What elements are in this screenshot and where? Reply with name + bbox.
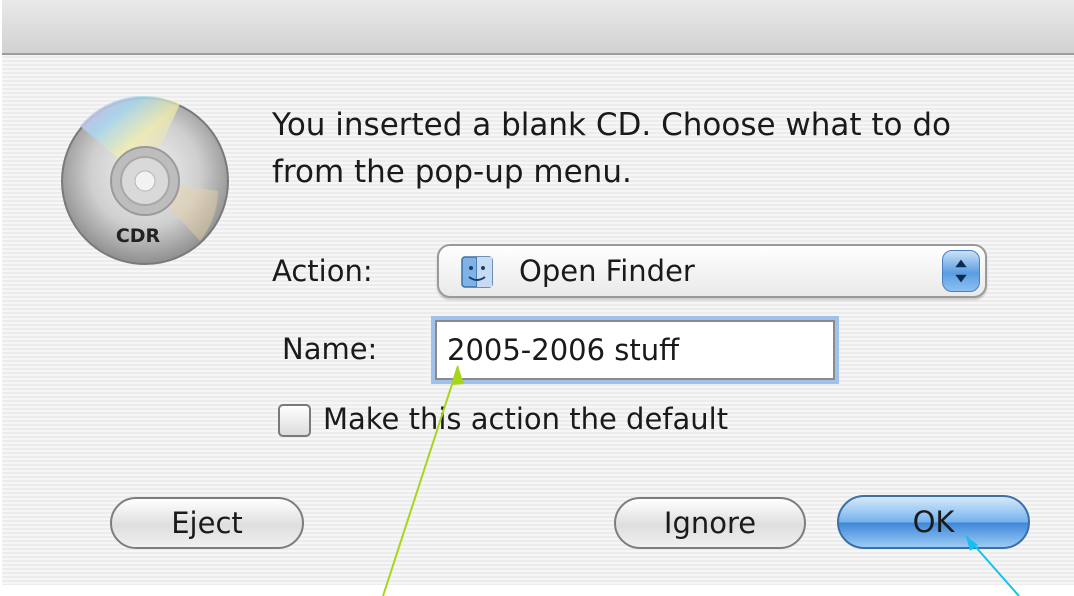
default-action-label[interactable]: Make this action the default [323,402,728,436]
name-field[interactable] [435,320,835,380]
up-down-arrows-icon[interactable] [942,250,980,292]
eject-button[interactable]: Eject [110,497,304,549]
name-label: Name: [282,332,378,366]
cd-disc-icon: CDR [61,96,229,265]
default-action-checkbox[interactable] [278,404,311,437]
ignore-button[interactable]: Ignore [614,497,806,549]
action-label: Action: [272,254,373,288]
cd-label: CDR [116,225,161,247]
message-line-2: from the pop-up menu. [272,154,632,190]
dialog-message: You inserted a blank CD. Choose what to … [272,102,951,196]
cd-action-dialog: CDR You inserted a blank CD. Choose what… [2,0,1074,585]
action-popup-value: Open Finder [519,254,695,288]
action-popup-menu[interactable]: Open Finder [437,244,987,298]
ok-button[interactable]: OK [837,495,1030,549]
message-line-1: You inserted a blank CD. Choose what to … [272,107,952,143]
finder-icon [461,256,493,288]
dialog-titlebar[interactable] [2,0,1074,55]
